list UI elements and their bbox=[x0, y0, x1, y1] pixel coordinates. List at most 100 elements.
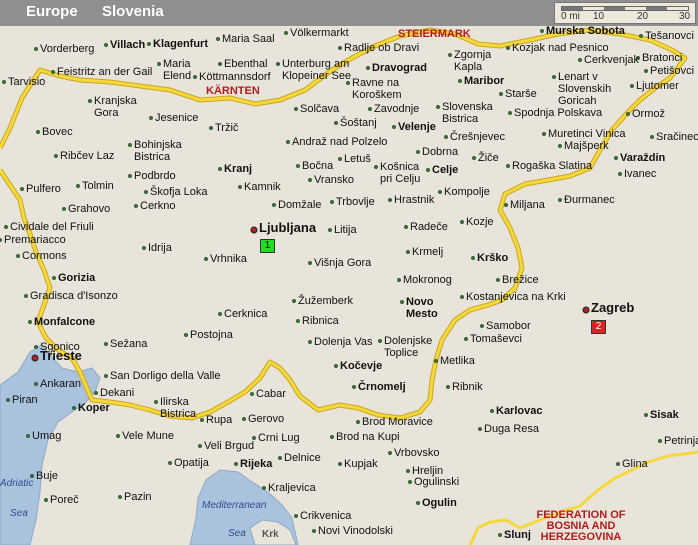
city-label[interactable]: Vrhnika bbox=[210, 253, 247, 265]
city-label[interactable]: Gorizia bbox=[58, 272, 95, 284]
city-label[interactable]: Cerknica bbox=[224, 308, 267, 320]
city-label[interactable]: Murska Sobota bbox=[546, 25, 625, 37]
city-label[interactable]: Zgornja Kapla bbox=[454, 49, 504, 73]
city-label[interactable]: Cerkno bbox=[140, 200, 175, 212]
marker-ljubljana[interactable]: 1 bbox=[260, 239, 275, 253]
city-label[interactable]: Petišovci bbox=[650, 65, 694, 77]
city-label[interactable]: Tešanovci bbox=[645, 30, 694, 42]
city-label[interactable]: Radeče bbox=[410, 221, 448, 233]
city-label[interactable]: Rupa bbox=[206, 414, 232, 426]
city-label[interactable]: Pulfero bbox=[26, 183, 61, 195]
city-label[interactable]: Sisak bbox=[650, 409, 679, 421]
city-label[interactable]: Škofja Loka bbox=[150, 186, 207, 198]
city-label[interactable]: Ravne na Koroškem bbox=[352, 77, 410, 101]
marker-zagreb[interactable]: 2 bbox=[591, 320, 606, 334]
city-label[interactable]: Maria Saal bbox=[222, 33, 275, 45]
city-label[interactable]: Ribnik bbox=[452, 381, 483, 393]
city-label[interactable]: Trbovlje bbox=[336, 196, 375, 208]
city-label[interactable]: Rijeka bbox=[240, 458, 272, 470]
city-label[interactable]: Villach bbox=[110, 39, 145, 51]
city-label[interactable]: Cormons bbox=[22, 250, 67, 262]
city-label[interactable]: Žiče bbox=[478, 152, 499, 164]
city-label[interactable]: Maria Elend bbox=[163, 58, 197, 82]
city-label[interactable]: Ebenthal bbox=[224, 58, 267, 70]
city-label[interactable]: Kostanjevica na Krki bbox=[466, 291, 566, 303]
city-label[interactable]: Duga Resa bbox=[484, 423, 539, 435]
city-label[interactable]: Köttmannsdorf bbox=[199, 71, 271, 83]
city-label[interactable]: Trieste bbox=[40, 349, 82, 362]
city-label[interactable]: Koper bbox=[78, 402, 110, 414]
city-label[interactable]: Rogaška Slatina bbox=[512, 160, 592, 172]
city-label[interactable]: Ormož bbox=[632, 108, 665, 120]
city-label[interactable]: Brod Moravice bbox=[362, 416, 433, 428]
city-label[interactable]: Sežana bbox=[110, 338, 147, 350]
city-label[interactable]: Idrija bbox=[148, 242, 172, 254]
city-label[interactable]: Črnomelj bbox=[358, 381, 406, 393]
city-label[interactable]: Kraljevica bbox=[268, 482, 316, 494]
city-label[interactable]: Brežice bbox=[502, 274, 539, 286]
city-label[interactable]: Novi Vinodolski bbox=[318, 525, 393, 537]
city-label[interactable]: Andraž nad Polzelo bbox=[292, 136, 387, 148]
city-label[interactable]: Krško bbox=[477, 252, 508, 264]
city-label[interactable]: Tolmin bbox=[82, 180, 114, 192]
city-label[interactable]: Muretinci Vinica bbox=[548, 128, 625, 140]
city-label[interactable]: Đurmanec bbox=[564, 194, 615, 206]
city-label[interactable]: Kranjska Gora bbox=[94, 95, 138, 119]
city-label[interactable]: Crni Lug bbox=[258, 432, 300, 444]
breadcrumb-slovenia[interactable]: Slovenia bbox=[102, 3, 164, 20]
city-label[interactable]: Crikvenica bbox=[300, 510, 351, 522]
city-label[interactable]: Ribnica bbox=[302, 315, 339, 327]
city-label[interactable]: Samobor bbox=[486, 320, 531, 332]
city-label[interactable]: Novo Mesto bbox=[406, 296, 446, 320]
city-label[interactable]: Žužemberk bbox=[298, 295, 353, 307]
city-label[interactable]: Glina bbox=[622, 458, 648, 470]
city-label-capital[interactable]: Ljubljana bbox=[259, 221, 316, 234]
city-label[interactable]: Velenje bbox=[398, 121, 436, 133]
city-label[interactable]: Delnice bbox=[284, 452, 321, 464]
city-label[interactable]: Bratonci bbox=[642, 52, 682, 64]
city-label[interactable]: Slovenska Bistrica bbox=[442, 101, 500, 125]
city-label[interactable]: Tržič bbox=[215, 122, 238, 134]
city-label[interactable]: Miljana bbox=[510, 199, 545, 211]
city-label[interactable]: Petrinja bbox=[664, 435, 698, 447]
city-label[interactable]: Dravograd bbox=[372, 62, 427, 74]
city-label[interactable]: Vransko bbox=[314, 174, 354, 186]
breadcrumb-europe[interactable]: Europe bbox=[26, 3, 78, 20]
city-label[interactable]: Bovec bbox=[42, 126, 73, 138]
city-label[interactable]: Ogulin bbox=[422, 497, 457, 509]
city-label[interactable]: Monfalcone bbox=[34, 316, 95, 328]
map-view[interactable]: Europe Slovenia 0 mi 10 20 30 STEIERMARK… bbox=[0, 0, 698, 545]
city-label[interactable]: Cerkvenjak bbox=[584, 54, 639, 66]
city-label[interactable]: Hrastnik bbox=[394, 194, 434, 206]
city-label[interactable]: Vorderberg bbox=[40, 43, 94, 55]
city-label[interactable]: Grahovo bbox=[68, 203, 110, 215]
city-label[interactable]: Gradisca d'Isonzo bbox=[30, 290, 118, 302]
city-label[interactable]: Kočevje bbox=[340, 360, 382, 372]
city-label[interactable]: Buje bbox=[36, 470, 58, 482]
city-label[interactable]: Solčava bbox=[300, 103, 339, 115]
city-label[interactable]: Unterburg am Klopeiner See bbox=[282, 58, 352, 82]
city-label[interactable]: Celje bbox=[432, 164, 458, 176]
city-label[interactable]: Pazin bbox=[124, 491, 152, 503]
city-label[interactable]: Metlika bbox=[440, 355, 475, 367]
city-label[interactable]: Dolenjske Toplice bbox=[384, 335, 438, 359]
city-label[interactable]: Postojna bbox=[190, 329, 233, 341]
city-label[interactable]: Ivanec bbox=[624, 168, 656, 180]
city-label[interactable]: Kompolje bbox=[444, 186, 490, 198]
city-label[interactable]: Dekani bbox=[100, 387, 134, 399]
city-label[interactable]: Majšperk bbox=[564, 140, 609, 152]
city-label[interactable]: Podbrdo bbox=[134, 170, 176, 182]
city-label[interactable]: Jesenice bbox=[155, 112, 198, 124]
city-label[interactable]: Slunj bbox=[504, 529, 531, 541]
city-label[interactable]: Radlje ob Dravi bbox=[344, 42, 419, 54]
city-label[interactable]: Dolenja Vas bbox=[314, 336, 373, 348]
city-label[interactable]: Vrbovsko bbox=[394, 447, 439, 459]
city-label[interactable]: Krmelj bbox=[412, 246, 443, 258]
city-label[interactable]: Zavodnje bbox=[374, 103, 419, 115]
city-label[interactable]: Spodnja Polskava bbox=[514, 107, 602, 119]
city-label[interactable]: Karlovac bbox=[496, 405, 542, 417]
city-label[interactable]: Litija bbox=[334, 224, 357, 236]
city-label[interactable]: Ankaran bbox=[40, 378, 81, 390]
city-label[interactable]: Sračinec bbox=[656, 131, 698, 143]
city-label[interactable]: Cividale del Friuli bbox=[10, 221, 94, 233]
